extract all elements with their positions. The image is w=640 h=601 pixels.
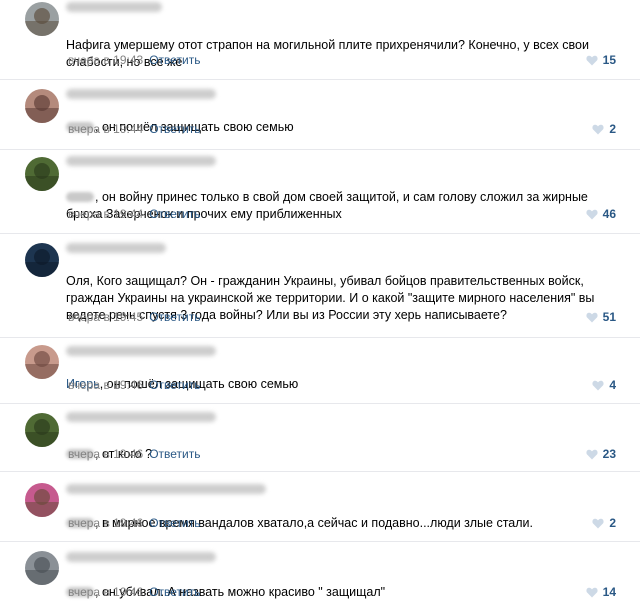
comment-meta: вчера в 19:44 Ответить xyxy=(68,207,200,222)
avatar-shade xyxy=(25,175,59,191)
like-button[interactable]: 15 xyxy=(586,53,616,68)
author-name-redacted xyxy=(66,2,162,12)
reply-link[interactable]: Ответить xyxy=(149,447,200,461)
reply-link[interactable]: Ответить xyxy=(149,207,200,221)
comment-time[interactable]: вчера в 19:43 xyxy=(68,53,143,67)
avatar[interactable] xyxy=(25,413,59,447)
like-count: 23 xyxy=(602,447,616,461)
author-name-redacted xyxy=(66,346,216,356)
comment-item: Нафига умершему отот страпон на могильно… xyxy=(0,0,640,80)
like-button[interactable]: 2 xyxy=(592,516,616,531)
comment-time[interactable]: вчера в 19:45 xyxy=(68,310,143,324)
author-name-redacted xyxy=(66,156,216,166)
comment-item: , в мирное время вандалов хватало,а сейч… xyxy=(0,472,640,542)
comment-item: , от кого ? вчера в 19:46 Ответить 23 xyxy=(0,404,640,472)
avatar-shade xyxy=(25,431,59,447)
avatar[interactable] xyxy=(25,89,59,123)
reply-link[interactable]: Ответить xyxy=(149,53,200,67)
heart-icon xyxy=(592,380,604,391)
reply-link[interactable]: Ответить xyxy=(149,122,200,136)
comment-feed: Нафига умершему отот страпон на могильно… xyxy=(0,0,640,600)
author-name-redacted xyxy=(66,89,216,99)
avatar-shade xyxy=(25,20,59,36)
avatar[interactable] xyxy=(25,157,59,191)
comment-time[interactable]: вчера в 19:44 xyxy=(68,207,143,221)
like-button[interactable]: 4 xyxy=(592,378,616,393)
avatar-shade xyxy=(25,501,59,517)
comment-meta: вчера в 19:44 Ответить xyxy=(68,122,200,137)
comment-item: , он войну принес только в свой дом свое… xyxy=(0,150,640,234)
heart-icon xyxy=(586,449,598,460)
like-count: 2 xyxy=(609,516,616,530)
avatar-shade xyxy=(25,569,59,585)
like-count: 15 xyxy=(602,53,616,67)
comment-item: Игорь, он пошёл защищать свою семью вчер… xyxy=(0,338,640,404)
mention-redacted xyxy=(66,192,94,202)
like-count: 51 xyxy=(602,310,616,324)
like-count: 2 xyxy=(609,122,616,136)
like-count: 46 xyxy=(602,207,616,221)
heart-icon xyxy=(586,312,598,323)
like-button[interactable]: 51 xyxy=(586,310,616,325)
avatar[interactable] xyxy=(25,243,59,277)
avatar[interactable] xyxy=(25,2,59,36)
comment-meta: вчера в 19:45 Ответить xyxy=(68,310,200,325)
comment-meta: вчера в 19:43 Ответить xyxy=(68,53,200,68)
heart-icon xyxy=(586,55,598,66)
comment-meta: вчера в 19:46 Ответить xyxy=(68,585,200,600)
like-button[interactable]: 14 xyxy=(586,585,616,600)
like-button[interactable]: 2 xyxy=(592,122,616,137)
avatar-shade xyxy=(25,107,59,123)
comment-item: , он убивал. А назвать можно красиво " з… xyxy=(0,542,640,600)
comment-meta: вчера в 19:46 Ответить xyxy=(68,447,200,462)
like-button[interactable]: 46 xyxy=(586,207,616,222)
author-name-redacted xyxy=(66,484,266,494)
heart-icon xyxy=(592,124,604,135)
reply-link[interactable]: Ответить xyxy=(149,516,200,530)
comment-time[interactable]: вчера в 19:44 xyxy=(68,122,143,136)
like-count: 14 xyxy=(602,585,616,599)
heart-icon xyxy=(586,209,598,220)
author-name-redacted xyxy=(66,552,216,562)
author-name-redacted xyxy=(66,412,216,422)
heart-icon xyxy=(592,518,604,529)
comment-time[interactable]: вчера в 19:46 xyxy=(68,378,143,392)
comment-item: Оля, Кого защищал? Он - гражданин Украин… xyxy=(0,234,640,338)
reply-link[interactable]: Ответить xyxy=(149,378,200,392)
comment-meta: вчера в 19:46 Ответить xyxy=(68,516,200,531)
comment-item: , он пошёл защищать свою семью вчера в 1… xyxy=(0,80,640,150)
avatar[interactable] xyxy=(25,483,59,517)
avatar[interactable] xyxy=(25,345,59,379)
author-name-redacted xyxy=(66,243,166,253)
avatar-shade xyxy=(25,261,59,277)
heart-icon xyxy=(586,587,598,598)
like-button[interactable]: 23 xyxy=(586,447,616,462)
reply-link[interactable]: Ответить xyxy=(149,310,200,324)
avatar[interactable] xyxy=(25,551,59,585)
like-count: 4 xyxy=(609,378,616,392)
comment-time[interactable]: вчера в 19:46 xyxy=(68,447,143,461)
comment-meta: вчера в 19:46 Ответить xyxy=(68,378,200,393)
comment-time[interactable]: вчера в 19:46 xyxy=(68,516,143,530)
avatar-shade xyxy=(25,363,59,379)
